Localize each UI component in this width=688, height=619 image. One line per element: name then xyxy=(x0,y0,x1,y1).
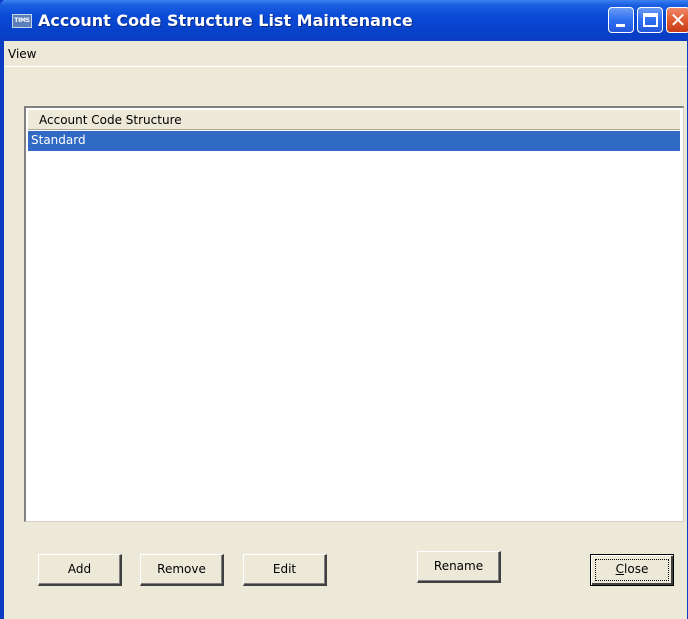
list-item[interactable]: Standard xyxy=(28,131,680,151)
column-header-label: Account Code Structure xyxy=(39,113,182,127)
title-bar[interactable]: TIMS Account Code Structure List Mainten… xyxy=(0,0,688,41)
add-button[interactable]: Add xyxy=(38,554,122,586)
window-title: Account Code Structure List Maintenance xyxy=(38,11,413,30)
close-button-label: Close xyxy=(615,562,649,576)
remove-button[interactable]: Remove xyxy=(140,554,224,586)
menu-item-view[interactable]: View xyxy=(8,47,36,61)
minimize-button[interactable] xyxy=(608,7,634,33)
close-icon: ✕ xyxy=(669,8,687,32)
app-icon: TIMS xyxy=(12,14,32,28)
main-window: TIMS Account Code Structure List Mainten… xyxy=(0,0,688,619)
menu-bar: View xyxy=(4,41,687,67)
maximize-icon xyxy=(643,13,658,27)
minimize-icon xyxy=(616,24,625,27)
maximize-button[interactable] xyxy=(637,7,663,33)
edit-button[interactable]: Edit xyxy=(243,554,327,586)
list-item-label: Standard xyxy=(31,133,86,147)
close-window-button[interactable]: ✕ xyxy=(666,7,688,33)
close-button[interactable]: Close xyxy=(590,554,674,586)
account-code-structure-list[interactable]: Account Code Structure Standard xyxy=(24,106,684,522)
rename-button[interactable]: Rename xyxy=(417,551,501,583)
list-column-header[interactable]: Account Code Structure xyxy=(28,110,680,130)
